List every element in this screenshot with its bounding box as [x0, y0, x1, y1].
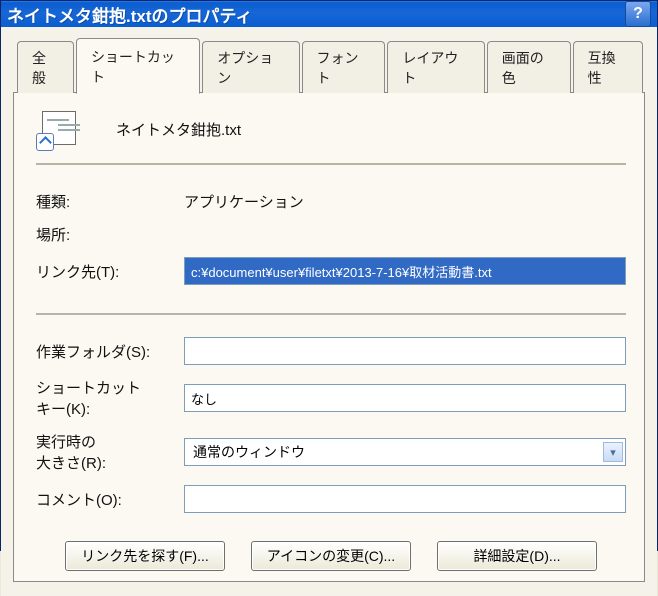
work-folder-input[interactable]	[184, 337, 626, 365]
run-select[interactable]: 通常のウィンドウ ▾	[184, 438, 626, 466]
client-area: 全般 ショートカット オプション フォント レイアウト 画面の色 互換性 ネイト…	[1, 27, 657, 596]
shortcut-key-input[interactable]: なし	[184, 384, 626, 412]
run-select-value: 通常のウィンドウ	[193, 442, 305, 462]
shortcut-file-icon	[36, 109, 80, 149]
file-name: ネイトメタ鉗抱.txt	[116, 119, 241, 140]
target-input[interactable]: c:¥document¥user¥filetxt¥2013-7-16¥取材活動書…	[184, 257, 626, 285]
help-button[interactable]: ?	[625, 1, 651, 27]
label-work-folder: 作業フォルダ(S):	[36, 341, 184, 362]
tab-layout[interactable]: レイアウト	[387, 41, 484, 93]
tab-compat[interactable]: 互換性	[573, 41, 643, 93]
titlebar: ネイトメタ鉗抱.txtのプロパティ ?	[1, 1, 657, 27]
advanced-button[interactable]: 詳細設定(D)...	[437, 541, 597, 571]
label-target: リンク先(T):	[36, 261, 184, 282]
fields-block: 作業フォルダ(S): ショートカット キー(K): なし 実行時の 大きさ(R)…	[36, 315, 626, 529]
shortcut-panel: ネイトメタ鉗抱.txt 種類: アプリケーション 場所: リンク先(T): c:…	[13, 92, 645, 582]
tab-shortcut[interactable]: ショートカット	[76, 38, 200, 94]
help-icon: ?	[633, 5, 643, 23]
type-location-block: 種類: アプリケーション 場所: リンク先(T): c:¥document¥us…	[36, 165, 626, 315]
tab-colors[interactable]: 画面の色	[487, 41, 571, 93]
find-target-button[interactable]: リンク先を探す(F)...	[65, 541, 225, 571]
label-comment: コメント(O):	[36, 489, 184, 510]
label-type: 種類:	[36, 191, 184, 212]
label-shortcut-key: ショートカット キー(K):	[36, 377, 184, 419]
label-location: 場所:	[36, 224, 184, 245]
label-run: 実行時の 大きさ(R):	[36, 431, 184, 473]
file-header: ネイトメタ鉗抱.txt	[36, 109, 626, 165]
chevron-down-icon: ▾	[603, 442, 623, 462]
tab-font[interactable]: フォント	[302, 41, 386, 93]
button-row: リンク先を探す(F)... アイコンの変更(C)... 詳細設定(D)...	[36, 529, 626, 571]
window-title: ネイトメタ鉗抱.txtのプロパティ	[7, 2, 625, 27]
tab-strip: 全般 ショートカット オプション フォント レイアウト 画面の色 互換性	[13, 37, 645, 93]
change-icon-button[interactable]: アイコンの変更(C)...	[251, 541, 411, 571]
tab-general[interactable]: 全般	[17, 41, 74, 93]
comment-input[interactable]	[184, 485, 626, 513]
tab-options[interactable]: オプション	[202, 41, 299, 93]
properties-window: ネイトメタ鉗抱.txtのプロパティ ? 全般 ショートカット オプション フォン…	[0, 0, 658, 551]
value-type: アプリケーション	[184, 191, 304, 212]
